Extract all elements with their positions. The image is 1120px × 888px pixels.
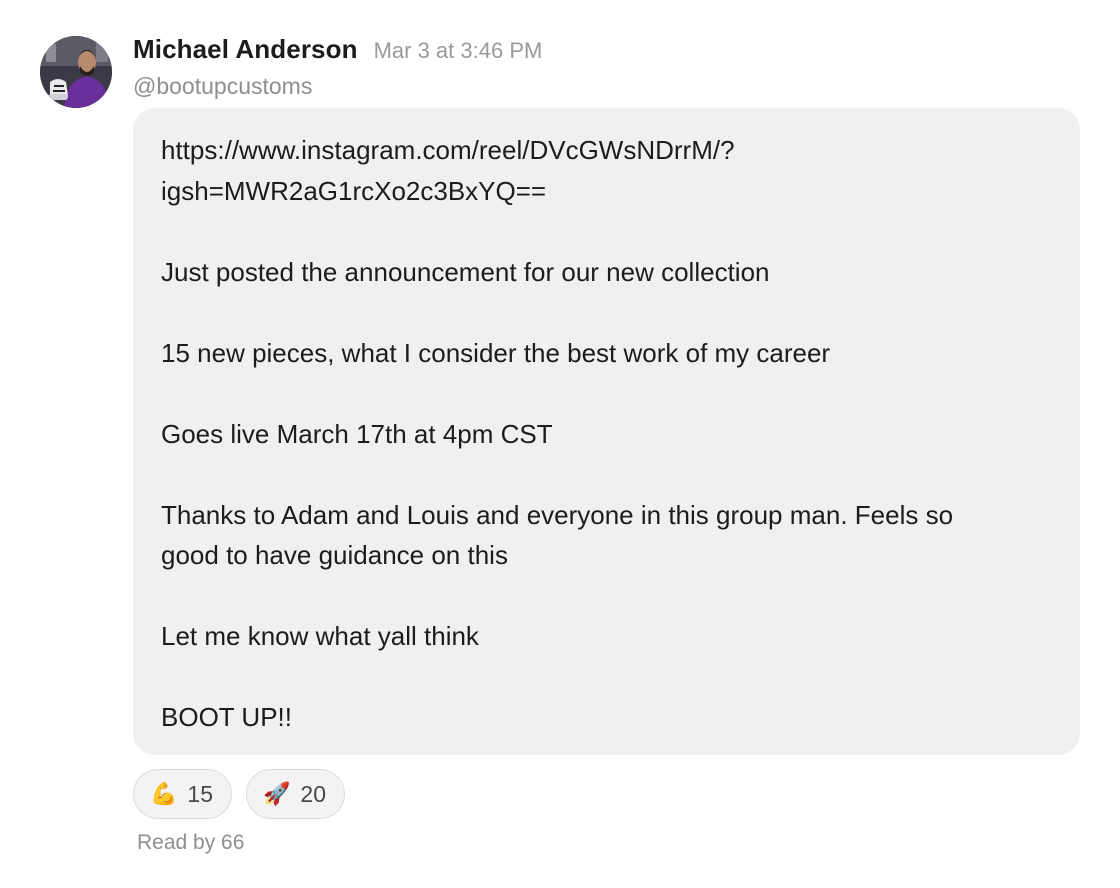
reaction-flexed-biceps[interactable]: 💪 15	[133, 769, 232, 819]
reaction-count: 15	[187, 780, 213, 807]
sender-handle[interactable]: @bootupcustoms	[133, 73, 542, 100]
message-line: BOOT UP!!	[161, 702, 292, 732]
message-line	[161, 657, 1052, 698]
message-line: 15 new pieces, what I consider the best …	[161, 337, 831, 368]
message-line: Just posted the announcement for our new…	[161, 256, 770, 287]
message-line	[161, 211, 1052, 252]
message-line	[161, 576, 1052, 617]
message-line	[161, 292, 1052, 333]
message-line: good to have guidance on this	[161, 540, 508, 570]
message-link-line[interactable]: igsh=MWR2aG1rcXo2c3BxYQ==	[161, 171, 1052, 212]
message-line	[161, 454, 1052, 495]
reaction-count: 20	[300, 780, 326, 807]
message-line: Thanks to Adam and Louis and everyone in…	[161, 499, 954, 530]
avatar[interactable]	[40, 36, 112, 108]
message-line: Goes live March 17th at 4pm CST	[161, 418, 553, 449]
timestamp: Mar 3 at 3:46 PM	[373, 38, 543, 63]
message-line	[161, 373, 1052, 414]
message-header: Michael Anderson Mar 3 at 3:46 PM @bootu…	[133, 34, 542, 100]
sender-name[interactable]: Michael Anderson	[133, 34, 358, 65]
message-line: Let me know what yall think	[161, 621, 479, 651]
reaction-rocket[interactable]: 🚀 20	[246, 769, 345, 819]
reactions-bar: 💪 15 🚀 20	[133, 769, 359, 819]
read-receipt[interactable]: Read by 66	[137, 831, 244, 855]
flexed-biceps-icon: 💪	[150, 781, 178, 806]
message-link-line[interactable]: https://www.instagram.com/reel/DVcGWsNDr…	[161, 130, 1052, 171]
rocket-icon: 🚀	[263, 781, 291, 806]
name-row: Michael Anderson Mar 3 at 3:46 PM	[133, 34, 542, 65]
message-bubble[interactable]: https://www.instagram.com/reel/DVcGWsNDr…	[133, 108, 1080, 755]
